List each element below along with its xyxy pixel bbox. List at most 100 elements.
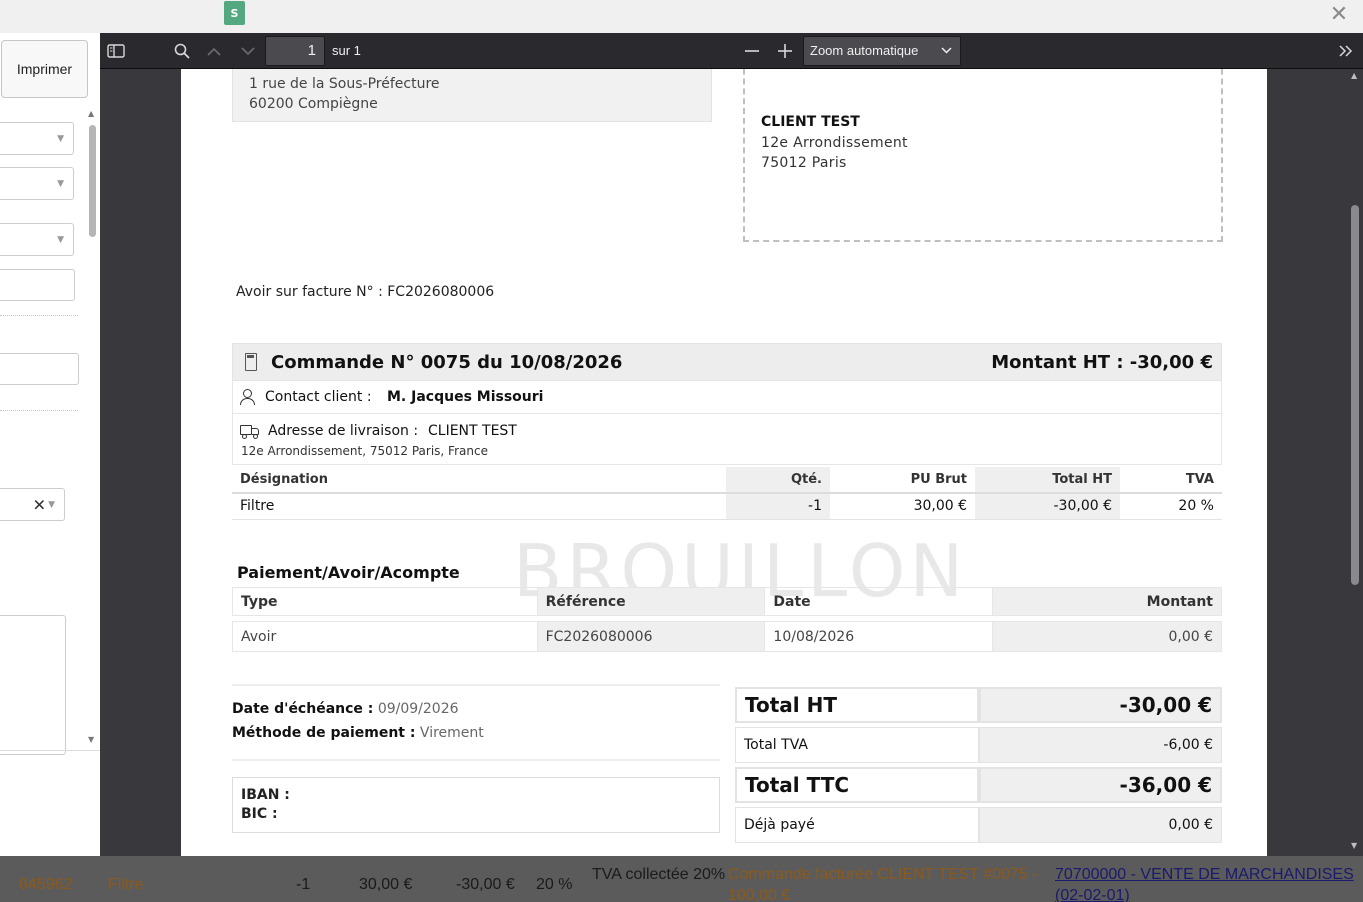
table-row: Avoir FC2026080006 10/08/2026 0,00 € xyxy=(232,621,1222,652)
row-ref: 845962 xyxy=(19,876,73,893)
select-field-3[interactable]: ▼ xyxy=(0,223,74,256)
sidebar-toggle-icon[interactable] xyxy=(104,40,128,62)
pdf-scrollbar[interactable]: ▲ ▼ xyxy=(1347,69,1363,856)
text-field-2[interactable] xyxy=(0,353,79,385)
column-header: Date xyxy=(764,587,994,616)
previous-page-icon[interactable] xyxy=(202,40,226,62)
caret-down-icon: ▼ xyxy=(57,133,64,144)
left-form-panel: Imprimer ▼ ▼ ▼ ✕ ▼ ▲ ▼ xyxy=(0,33,100,856)
pdf-page: 1 rue de la Sous-Préfecture 60200 Compiè… xyxy=(181,69,1267,856)
chevron-down-icon xyxy=(941,37,952,65)
total-value: -36,00 € xyxy=(979,767,1222,803)
search-icon[interactable] xyxy=(170,40,194,62)
row-label: Filtre xyxy=(108,876,144,893)
order-title: Commande N° 0075 du 10/08/2026 xyxy=(271,352,623,373)
close-icon[interactable]: ✕ xyxy=(1327,3,1351,27)
delivery-name: CLIENT TEST xyxy=(428,423,517,439)
table-header-row: Désignation Qté. PU Brut Total HT TVA xyxy=(232,467,1222,494)
total-label: Total TTC xyxy=(735,767,979,803)
table-row: Filtre -1 30,00 € -30,00 € 20 % xyxy=(232,493,1222,520)
clear-icon[interactable]: ✕ xyxy=(33,495,46,514)
pdf-canvas-area[interactable]: 1 rue de la Sous-Préfecture 60200 Compiè… xyxy=(100,69,1363,856)
next-page-icon[interactable] xyxy=(236,40,260,62)
due-date-label: Date d'échéance : xyxy=(232,701,374,717)
calculator-icon xyxy=(245,353,257,371)
column-header: Type xyxy=(232,587,538,616)
scrollbar-thumb[interactable] xyxy=(89,125,96,237)
divider xyxy=(0,410,78,411)
due-date-value: 09/09/2026 xyxy=(377,701,459,717)
totals-row: Total TVA -6,00 € xyxy=(735,727,1222,763)
client-address-box: CLIENT TEST 12e Arrondissement 75012 Par… xyxy=(743,69,1223,242)
divider xyxy=(0,750,100,751)
page-count: sur 1 xyxy=(332,43,361,58)
caret-down-icon: ▼ xyxy=(57,234,64,245)
column-header: Référence xyxy=(536,587,766,616)
total-value: -6,00 € xyxy=(979,727,1222,763)
pdf-viewer: 1 sur 1 Zoom automatique 1 rue de la Sou… xyxy=(100,33,1363,856)
table-cell: 30,00 € xyxy=(830,493,975,520)
scroll-down-icon[interactable]: ▼ xyxy=(1351,841,1357,850)
column-header: Désignation xyxy=(232,467,726,494)
select-field-clearable[interactable]: ✕ ▼ xyxy=(0,488,65,521)
column-header: Montant xyxy=(992,587,1222,616)
left-scrollbar[interactable]: ▲ ▼ xyxy=(86,109,98,751)
text-field-1[interactable] xyxy=(0,269,75,301)
emitter-address-line: 1 rue de la Sous-Préfecture xyxy=(249,76,440,92)
bic-label: BIC : xyxy=(241,806,278,822)
row-qty: -1 xyxy=(296,876,311,893)
table-cell: -30,00 € xyxy=(975,493,1120,520)
row-account-link[interactable]: 70700000 - VENTE DE MARCHANDISES (02-02-… xyxy=(1055,864,1355,902)
payment-method-label: Méthode de paiement : xyxy=(232,725,416,741)
delivery-label: Adresse de livraison : xyxy=(268,423,419,439)
select-field-2[interactable]: ▼ xyxy=(0,167,74,200)
zoom-out-icon[interactable] xyxy=(740,40,764,62)
table-cell: Filtre xyxy=(232,493,726,520)
delivery-address: 12e Arrondissement, 75012 Paris, France xyxy=(241,444,488,458)
client-address-line: 75012 Paris xyxy=(761,155,847,171)
contact-row: Contact client : M. Jacques Missouri xyxy=(232,381,1222,414)
row-tva: 20 % xyxy=(536,876,573,893)
payment-method-value: Virement xyxy=(419,725,484,741)
tools-menu-icon[interactable] xyxy=(1334,40,1358,62)
total-value: 0,00 € xyxy=(979,807,1222,843)
total-label: Total TVA xyxy=(735,727,979,763)
order-lines-table: Désignation Qté. PU Brut Total HT TVA Fi… xyxy=(232,467,1222,520)
select-field-1[interactable]: ▼ xyxy=(0,122,74,155)
invoice-reference: Avoir sur facture N° : FC2026080006 xyxy=(236,284,495,300)
truck-icon xyxy=(240,425,260,439)
scroll-up-icon[interactable]: ▲ xyxy=(1351,71,1357,80)
contact-name: M. Jacques Missouri xyxy=(387,389,544,405)
scroll-down-icon[interactable]: ▼ xyxy=(88,735,94,744)
totals-table: Total HT -30,00 € Total TVA -6,00 € Tota… xyxy=(735,683,1222,847)
contact-label: Contact client : xyxy=(265,389,372,405)
app-badge: S xyxy=(224,1,245,25)
row-total: -30,00 € xyxy=(456,876,515,893)
person-icon xyxy=(240,389,255,405)
scrollbar-thumb[interactable] xyxy=(1351,205,1359,585)
payment-method: Méthode de paiement : Virement xyxy=(232,725,484,741)
table-cell: FC2026080006 xyxy=(536,621,766,652)
page-number-input[interactable]: 1 xyxy=(265,36,325,66)
order-amount: Montant HT : -30,00 € xyxy=(991,352,1213,373)
payments-table: Type Référence Date Montant Avoir FC2026… xyxy=(232,587,1222,652)
client-address-line: 12e Arrondissement xyxy=(761,135,908,151)
client-name: CLIENT TEST xyxy=(761,114,860,130)
totals-row: Total HT -30,00 € xyxy=(735,687,1222,723)
zoom-select-value: Zoom automatique xyxy=(810,43,919,58)
zoom-in-icon[interactable] xyxy=(773,40,797,62)
emitter-address-box: 1 rue de la Sous-Préfecture 60200 Compiè… xyxy=(232,69,712,122)
column-header: TVA xyxy=(1120,467,1222,494)
bank-details-box: IBAN : BIC : xyxy=(232,777,720,833)
column-header: Qté. xyxy=(726,467,830,494)
order-header: Commande N° 0075 du 10/08/2026 Montant H… xyxy=(232,343,1222,381)
print-button[interactable]: Imprimer xyxy=(1,40,88,98)
caret-down-icon: ▼ xyxy=(57,178,64,189)
column-header: PU Brut xyxy=(830,467,975,494)
caret-down-icon: ▼ xyxy=(48,499,55,510)
totals-row: Total TTC -36,00 € xyxy=(735,767,1222,803)
zoom-select[interactable]: Zoom automatique xyxy=(803,36,961,66)
scroll-up-icon[interactable]: ▲ xyxy=(88,109,94,118)
textarea-field[interactable] xyxy=(0,615,66,755)
delivery-row: Adresse de livraison : CLIENT TEST 12e A… xyxy=(232,414,1222,465)
